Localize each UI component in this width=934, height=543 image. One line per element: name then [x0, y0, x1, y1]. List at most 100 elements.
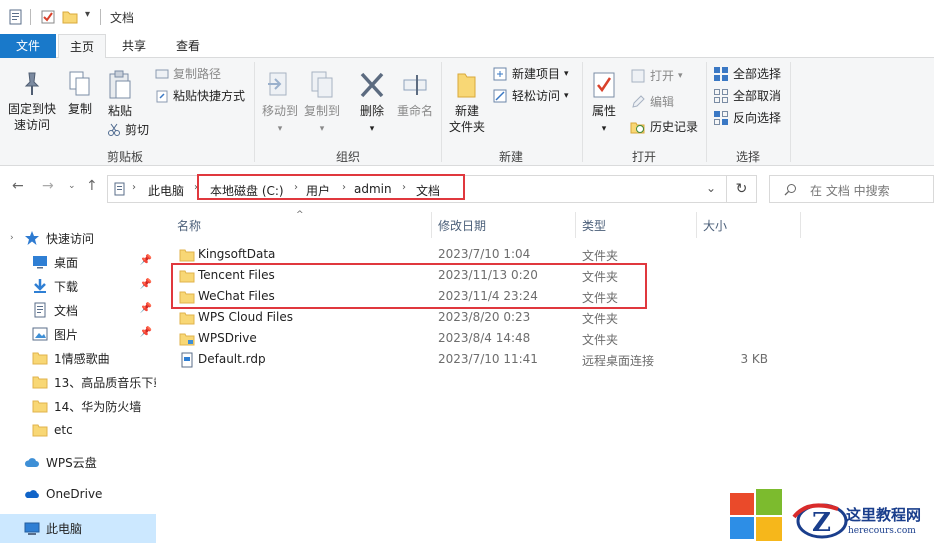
search-box[interactable]: 在 文档 中搜索	[769, 175, 934, 203]
breadcrumb-chevron-icon[interactable]: ›	[194, 182, 198, 193]
nav-onedrive[interactable]: OneDrive	[0, 482, 156, 506]
new-folder-quick-icon[interactable]	[62, 9, 78, 25]
paste-button[interactable]: 粘贴	[102, 70, 138, 119]
new-item-button[interactable]: 新建项目 ▾	[492, 66, 569, 82]
nav-item-desktop[interactable]: 桌面 📌	[0, 250, 156, 274]
move-to-button[interactable]: 移动到 ▾	[260, 70, 300, 137]
nav-item-pictures[interactable]: 图片 📌	[0, 322, 156, 346]
history-button[interactable]: 历史记录	[630, 119, 698, 135]
select-all-button[interactable]: 全部选择	[713, 66, 781, 82]
address-bar[interactable]: › 此电脑 › 本地磁盘 (C:) › 用户 › admin › 文档 ⌄	[107, 175, 727, 203]
breadcrumb-chevron-icon[interactable]: ›	[294, 182, 298, 193]
file-row[interactable]: WeChat Files 2023/11/4 23:24 文件夹	[172, 286, 772, 307]
nav-item-documents[interactable]: 文档 📌	[0, 298, 156, 322]
breadcrumb-documents[interactable]: 文档	[416, 182, 440, 199]
cut-button[interactable]: 剪切	[107, 122, 149, 138]
nav-wps-cloud-label: WPS云盘	[46, 455, 97, 470]
folder-icon	[179, 270, 195, 283]
nav-wps-cloud[interactable]: WPS云盘	[0, 450, 156, 474]
column-header-type[interactable]: 类型	[582, 217, 606, 234]
tab-share[interactable]: 共享	[110, 34, 158, 59]
clipboard-group-label: 剪贴板	[106, 150, 143, 164]
file-name: WPSDrive	[198, 331, 257, 345]
nav-item-folder[interactable]: 14、华为防火墙	[0, 394, 156, 418]
breadcrumb-users[interactable]: 用户	[306, 182, 330, 199]
breadcrumb-local-disk[interactable]: 本地磁盘 (C:)	[210, 182, 284, 199]
properties-quick-icon[interactable]	[40, 9, 56, 25]
nav-item-downloads[interactable]: 下载 📌	[0, 274, 156, 298]
nav-this-pc[interactable]: 此电脑	[0, 514, 156, 543]
column-separator[interactable]	[431, 212, 432, 238]
copy-path-button[interactable]: 复制路径	[155, 66, 221, 82]
properties-button[interactable]: 属性 ▾	[586, 70, 622, 137]
file-name: KingsoftData	[198, 247, 276, 261]
nav-item-label: 1情感歌曲	[54, 351, 110, 366]
pin-icon[interactable]: 📌	[140, 327, 152, 338]
column-separator[interactable]	[575, 212, 576, 238]
pin-icon[interactable]: 📌	[140, 279, 152, 290]
pin-icon[interactable]: 📌	[140, 303, 152, 314]
back-arrow-icon[interactable]: ←	[12, 178, 24, 194]
file-type: 文件夹	[582, 312, 619, 326]
column-separator[interactable]	[800, 212, 801, 238]
tab-file[interactable]: 文件	[0, 34, 56, 58]
file-row[interactable]: WPSDrive 2023/8/4 14:48 文件夹	[172, 328, 772, 349]
paste-shortcut-button[interactable]: 粘贴快捷方式	[155, 88, 245, 104]
select-none-icon	[714, 89, 728, 103]
easy-access-button[interactable]: 轻松访问 ▾	[492, 88, 569, 104]
pin-to-quick-access-button[interactable]: 固定到快 速访问	[4, 70, 60, 133]
recent-locations-icon[interactable]: ⌄	[68, 181, 76, 191]
window-app-icon	[9, 9, 22, 25]
file-name: Default.rdp	[198, 352, 266, 366]
column-header-date[interactable]: 修改日期	[438, 217, 486, 234]
column-separator[interactable]	[696, 212, 697, 238]
nav-item-folder[interactable]: 13、高品质音乐下载	[0, 370, 156, 394]
pin-icon[interactable]: 📌	[140, 255, 152, 266]
refresh-button[interactable]: ↻	[727, 175, 757, 203]
breadcrumb-chevron-icon[interactable]: ›	[132, 182, 136, 193]
address-dropdown-icon[interactable]: ⌄	[706, 181, 716, 195]
nav-item-folder[interactable]: etc	[0, 418, 156, 442]
paste-shortcut-label: 粘贴快捷方式	[173, 89, 246, 103]
delete-button[interactable]: 删除 ▾	[354, 70, 390, 137]
breadcrumb-chevron-icon[interactable]: ›	[402, 182, 406, 193]
breadcrumb-this-pc[interactable]: 此电脑	[148, 182, 184, 199]
nav-item-folder[interactable]: 1情感歌曲	[0, 346, 156, 370]
nav-quick-access[interactable]: › 快速访问	[0, 226, 156, 250]
rename-button[interactable]: 重命名	[394, 70, 436, 119]
navigation-pane: › 快速访问 桌面 📌 下载 📌 文档 📌 图片 📌 1情感歌曲 13、高品质音…	[0, 210, 160, 543]
document-icon	[34, 302, 46, 318]
column-header-name[interactable]: 名称	[177, 217, 201, 234]
edit-button[interactable]: 编辑	[630, 94, 674, 110]
forward-arrow-icon[interactable]: →	[42, 178, 54, 194]
nav-item-label: 桌面	[54, 255, 79, 270]
copy-path-icon	[155, 69, 169, 79]
properties-icon	[593, 72, 615, 98]
customize-quick-access-icon[interactable]: ▾	[85, 9, 90, 20]
file-row[interactable]: WPS Cloud Files 2023/8/20 0:23 文件夹	[172, 307, 772, 328]
new-folder-button[interactable]: 新建 文件夹	[446, 70, 488, 135]
file-row[interactable]: Tencent Files 2023/11/13 0:20 文件夹	[172, 265, 772, 286]
watermark-title: 这里教程网	[846, 506, 922, 524]
invert-selection-button[interactable]: 反向选择	[713, 110, 781, 126]
open-button[interactable]: 打开 ▾	[630, 68, 683, 84]
file-date: 2023/7/10 11:41	[438, 352, 538, 366]
file-date: 2023/8/4 14:48	[438, 331, 531, 345]
edit-label: 编辑	[650, 95, 675, 109]
column-header-size[interactable]: 大小	[703, 217, 727, 234]
tab-view[interactable]: 查看	[162, 34, 214, 59]
tab-home[interactable]: 主页	[58, 34, 106, 59]
rename-label: 重命名	[396, 104, 433, 118]
copy-button[interactable]: 复制	[62, 70, 98, 117]
expand-chevron-icon[interactable]: ›	[10, 233, 14, 243]
breadcrumb-chevron-icon[interactable]: ›	[342, 182, 346, 193]
select-group-label: 选择	[735, 150, 760, 164]
file-row[interactable]: KingsoftData 2023/7/10 1:04 文件夹	[172, 244, 772, 265]
up-arrow-icon[interactable]: ↑	[86, 178, 98, 194]
file-row[interactable]: Default.rdp 2023/7/10 11:41 远程桌面连接 3 KB	[172, 349, 772, 370]
breadcrumb-admin[interactable]: admin	[354, 182, 392, 196]
copy-to-button[interactable]: 复制到 ▾	[302, 70, 342, 137]
select-none-button[interactable]: 全部取消	[713, 88, 781, 104]
search-input[interactable]: 在 文档 中搜索	[810, 182, 890, 199]
select-all-label: 全部选择	[733, 67, 782, 81]
